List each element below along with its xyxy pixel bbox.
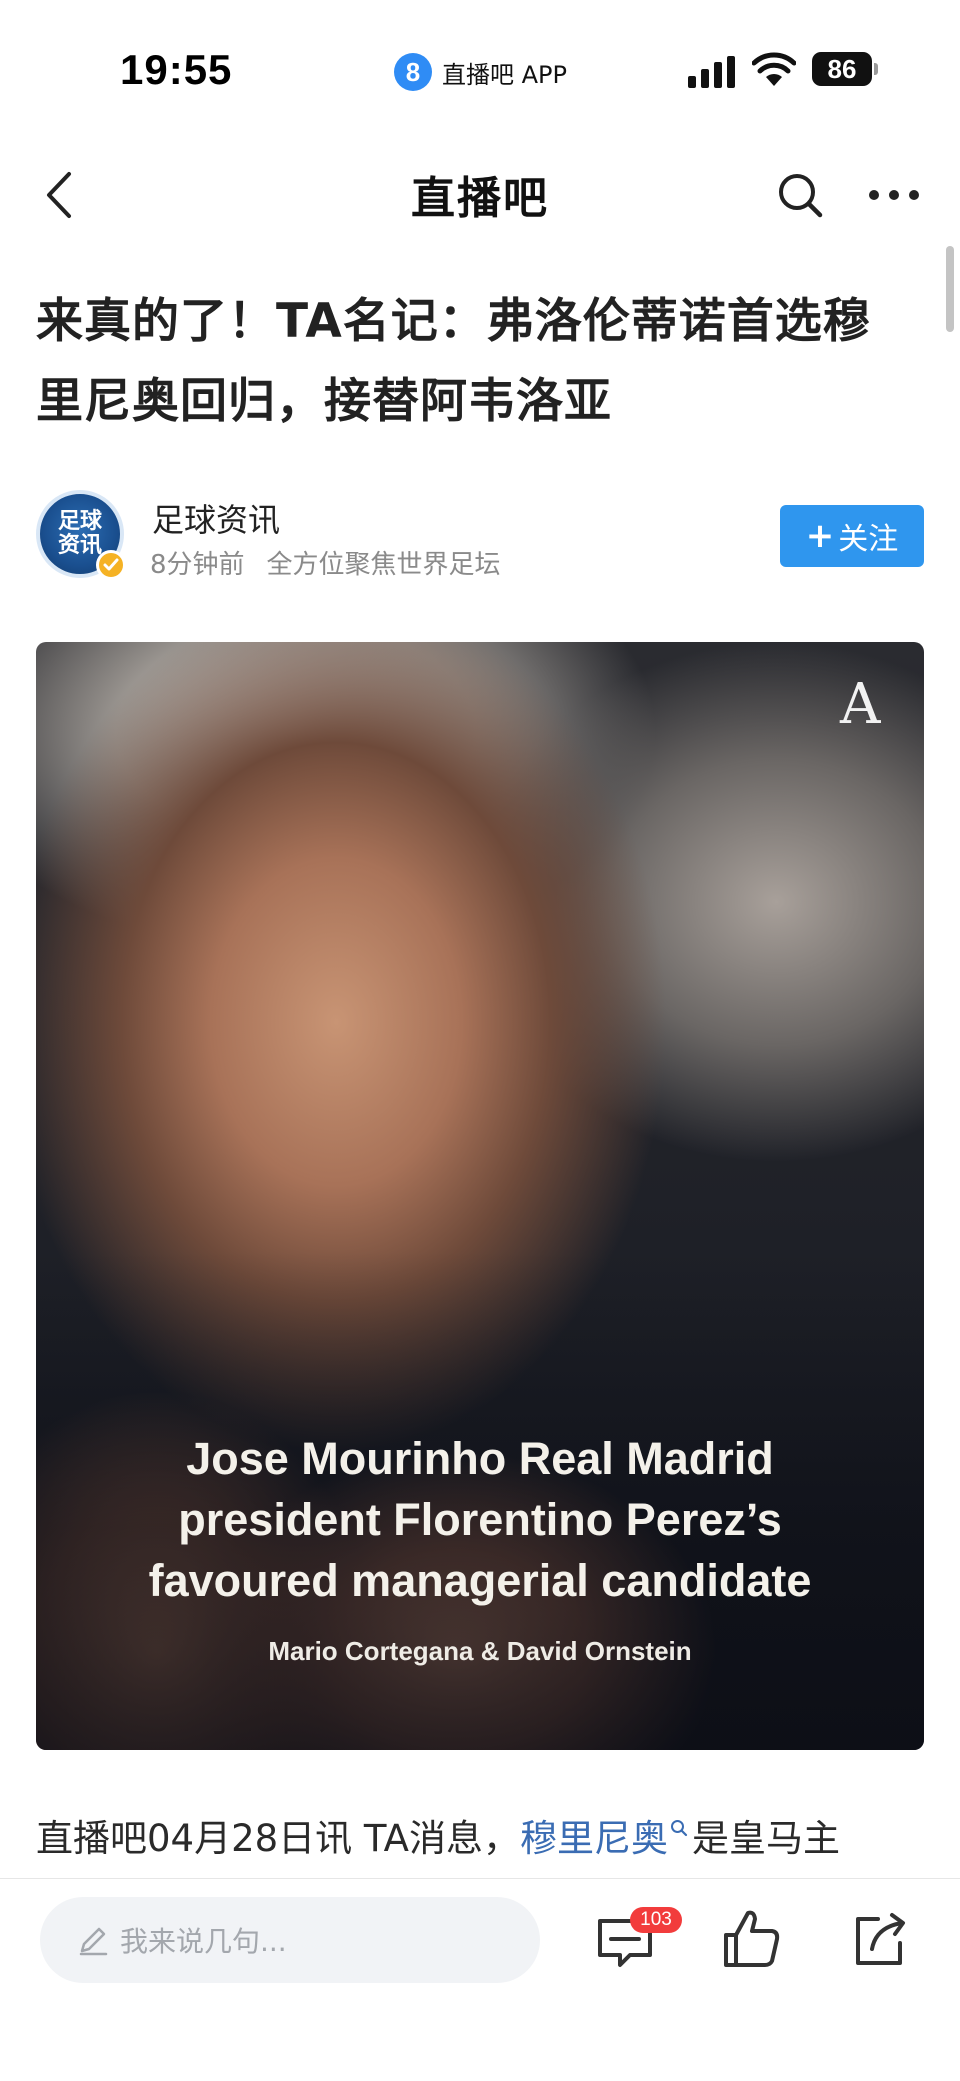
hero-image-headline: Jose Mourinho Real Madrid president Flor… <box>76 1428 884 1611</box>
status-bar: 19:55 8 直播吧 APP 86 <box>0 0 960 140</box>
comment-input[interactable]: 我来说几句... <box>40 1897 540 1983</box>
search-icon <box>779 174 823 218</box>
the-athletic-logo: A <box>840 672 881 737</box>
battery-icon: 86 <box>812 52 878 86</box>
status-time: 19:55 <box>120 46 233 93</box>
avatar-text-line1: 足球 <box>57 509 102 534</box>
share-icon[interactable] <box>852 1909 908 1969</box>
battery-cap <box>874 63 878 75</box>
search-button[interactable] <box>772 160 828 230</box>
pen-icon <box>79 1927 108 1956</box>
hero-image-byline: Mario Cortegana & David Ornstein <box>268 1636 692 1666</box>
follow-label: 关注 <box>838 522 899 557</box>
app-logo-icon: 8 <box>394 53 432 91</box>
hero-headline-line: Jose Mourinho Real Madrid <box>186 1433 774 1484</box>
body-text-suffix: 是皇马主 <box>691 1817 840 1860</box>
article-body-paragraph: 直播吧04月28日讯 TA消息，穆里尼奥 是皇马主 <box>36 1808 936 1862</box>
author-name[interactable]: 足球资讯 <box>152 495 280 541</box>
plus-icon: + <box>805 516 835 556</box>
bottom-action-bar: 我来说几句... 103 <box>0 1878 960 2081</box>
article-headline: 来真的了！TA名记：弗洛伦蒂诺首选穆里尼奥回归，接替阿韦洛亚 <box>36 294 871 429</box>
more-button[interactable] <box>862 160 926 230</box>
comment-count-badge: 103 <box>630 1907 682 1933</box>
comment-placeholder: 我来说几句... <box>120 1925 287 1958</box>
avatar-text-line2: 资讯 <box>57 533 102 558</box>
status-app-name: 直播吧 APP <box>442 60 567 89</box>
hero-headline-line: president Florentino Perez’s <box>178 1494 782 1545</box>
link-search-icon <box>670 1820 688 1837</box>
battery-level: 86 <box>812 52 872 86</box>
like-icon[interactable] <box>722 1907 782 1971</box>
author-description: 全方位聚焦世界足坛 <box>266 550 501 580</box>
author-meta: 8分钟前 全方位聚焦世界足坛 <box>150 544 501 581</box>
player-link[interactable]: 穆里尼奥 <box>520 1817 668 1860</box>
more-dots-icon <box>869 190 919 200</box>
follow-button[interactable]: + 关注 <box>780 505 924 567</box>
publish-time: 8分钟前 <box>150 550 245 580</box>
signal-icon <box>688 56 735 88</box>
body-text-prefix: 直播吧04月28日讯 TA消息， <box>36 1817 520 1860</box>
status-app-indicator[interactable]: 8 直播吧 APP <box>394 50 567 94</box>
article-hero-image[interactable]: A Jose Mourinho Real Madrid president Fl… <box>36 642 924 1750</box>
nav-bar: 直播吧 <box>0 140 960 250</box>
hero-headline-line: favoured managerial candidate <box>148 1555 812 1606</box>
scrollbar-thumb[interactable] <box>946 246 954 332</box>
wifi-icon <box>752 52 796 86</box>
verified-badge-icon <box>96 550 126 580</box>
